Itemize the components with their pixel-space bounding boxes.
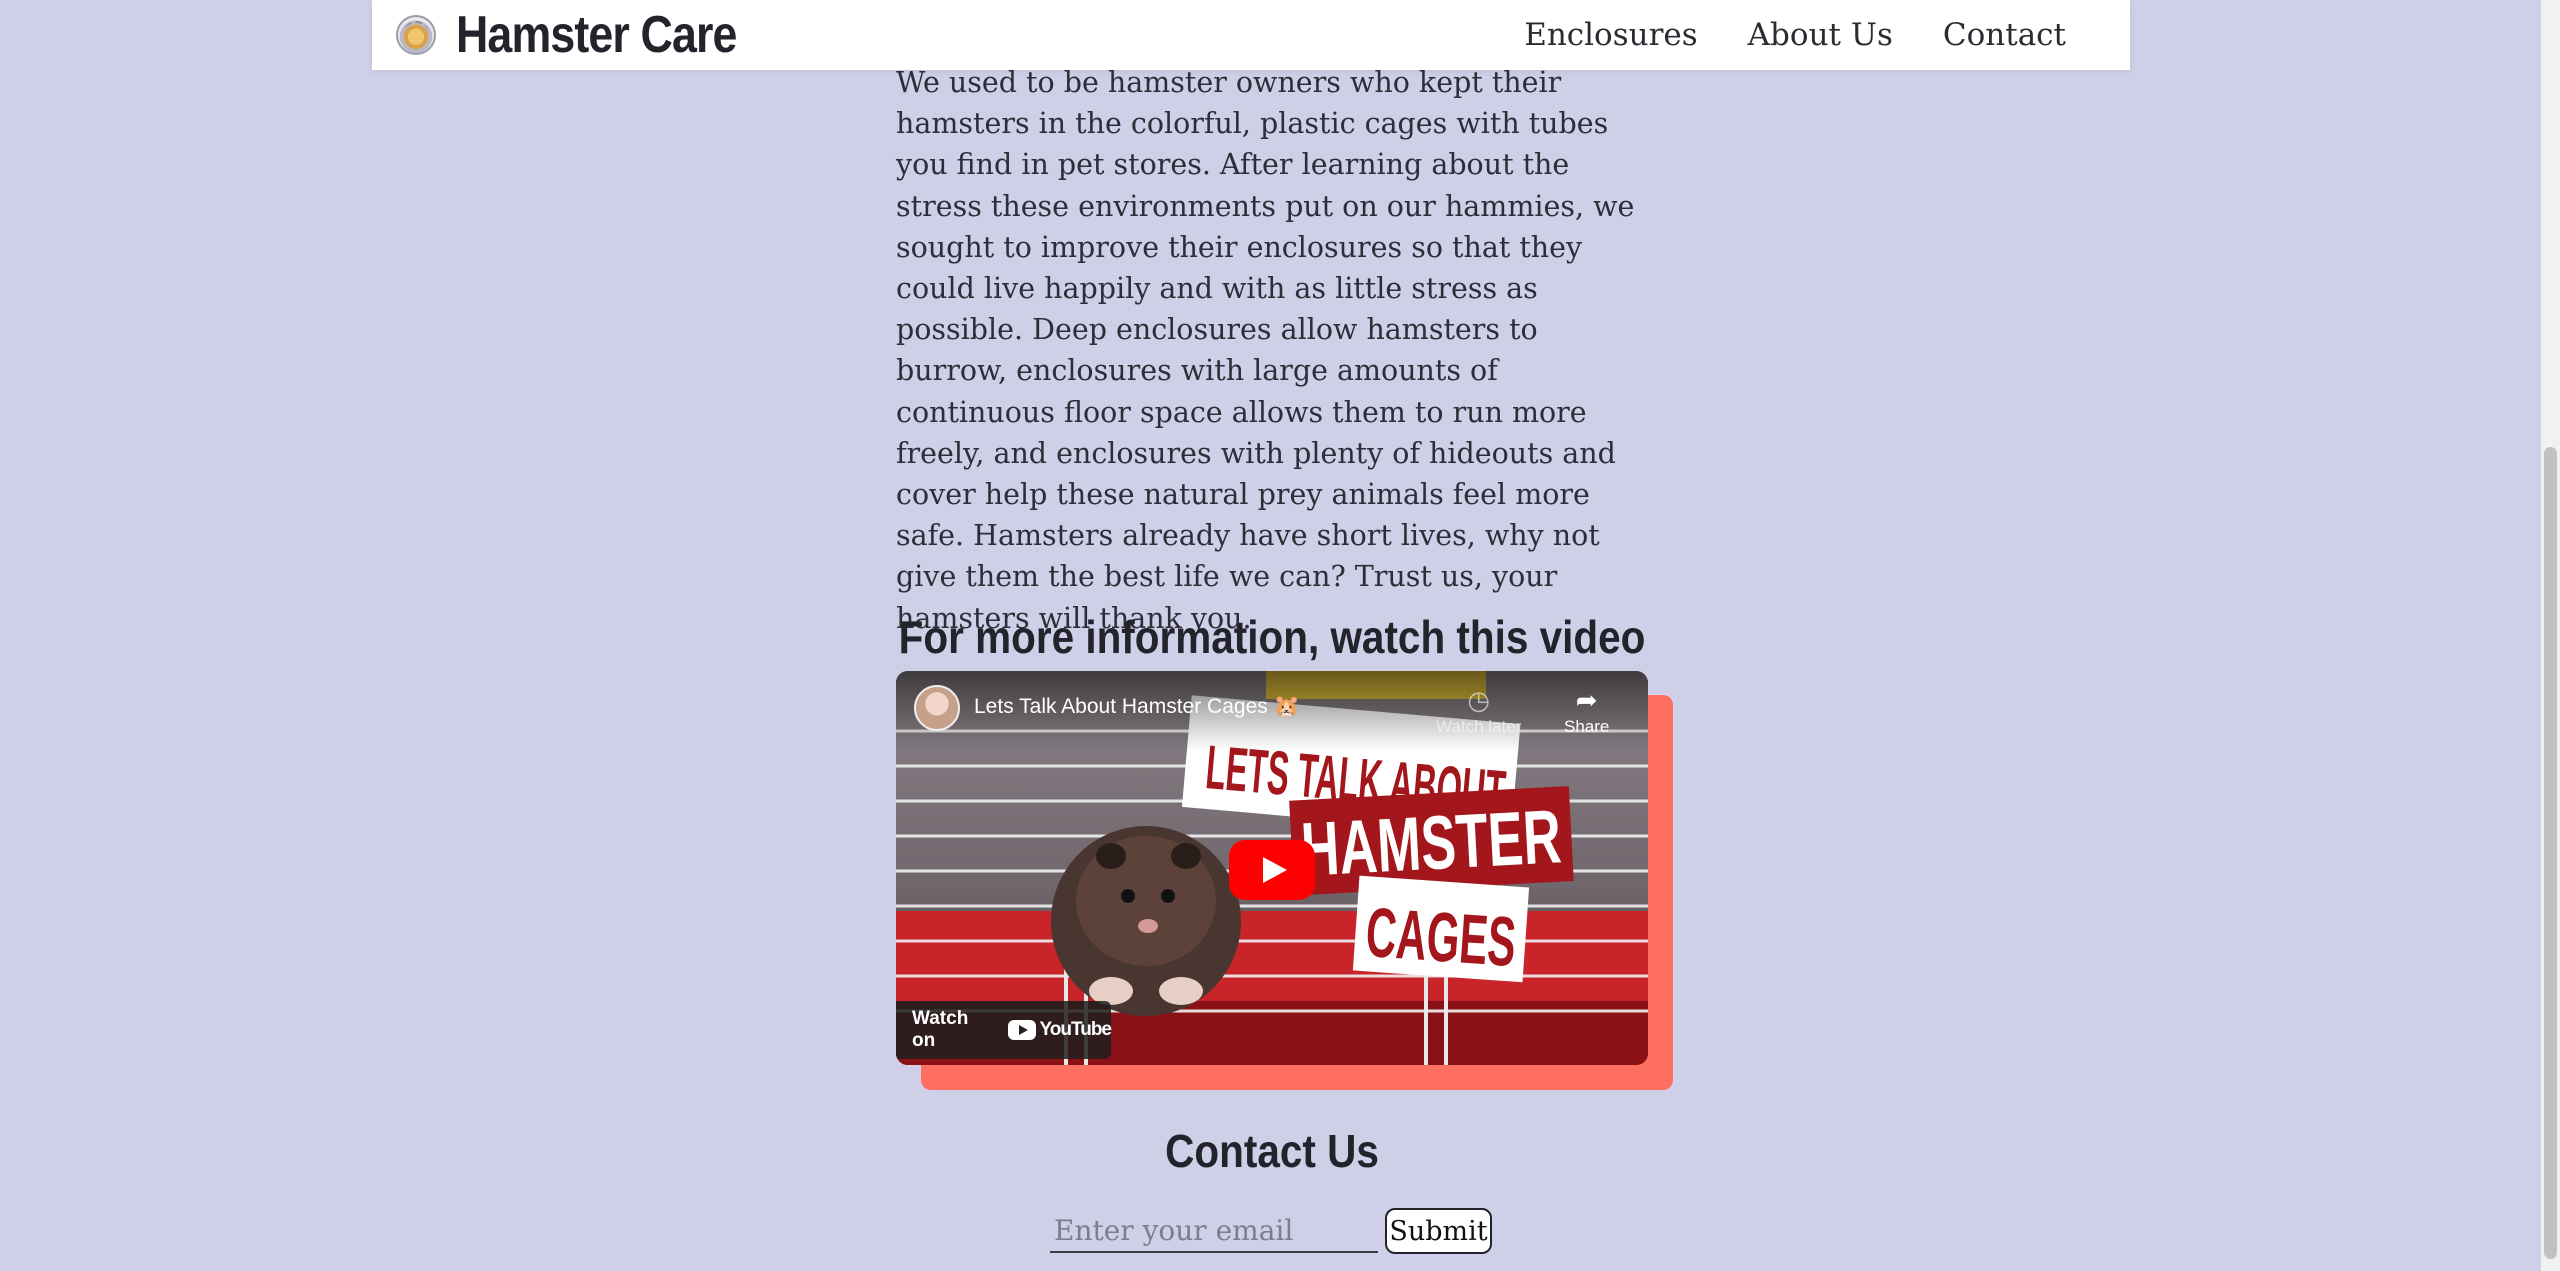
nav-link-contact[interactable]: Contact (1943, 17, 2066, 53)
submit-button[interactable]: Submit (1385, 1208, 1492, 1254)
nav-link-enclosures[interactable]: Enclosures (1524, 17, 1697, 53)
youtube-play-icon (1007, 1020, 1036, 1040)
thumbnail-line-2: HAMSTER (1299, 794, 1563, 892)
watch-later-button[interactable]: ◷ Watch later (1436, 685, 1521, 737)
watch-on-label: Watch on (912, 1008, 969, 1051)
contact-heading: Contact Us (1165, 1125, 1379, 1177)
page-scrollbar[interactable] (2541, 0, 2560, 1271)
clock-icon: ◷ (1467, 685, 1491, 715)
youtube-wordmark: YouTube (1039, 1019, 1112, 1040)
youtube-embed[interactable]: LETS TALK ABOUT HAMSTER CAGES Lets Talk … (896, 671, 1648, 1065)
video-heading: For more information, watch this video (898, 611, 1646, 663)
share-arrow-icon: ➦ (1575, 685, 1598, 715)
channel-avatar[interactable] (914, 685, 960, 731)
about-paragraph: We used to be hamster owners who kept th… (896, 66, 1635, 635)
watch-later-label: Watch later (1436, 717, 1522, 736)
video-title[interactable]: Lets Talk About Hamster Cages 🐹 (974, 695, 1300, 719)
watch-on-youtube-button[interactable]: Watch on YouTube (896, 1001, 1112, 1059)
scrollbar-thumb[interactable] (2544, 447, 2557, 1259)
top-navbar: Hamster Care Enclosures About Us Contact (372, 0, 2130, 70)
share-label: Share (1564, 717, 1610, 736)
about-section: We used to be hamster owners who kept th… (896, 62, 1648, 639)
brand[interactable]: Hamster Care (396, 0, 782, 70)
play-button[interactable] (1229, 840, 1315, 900)
youtube-logo: YouTube (1007, 1019, 1112, 1041)
nav-links: Enclosures About Us Contact (1524, 0, 2066, 70)
email-input[interactable] (1050, 1209, 1378, 1253)
share-button[interactable]: ➦ Share (1564, 685, 1609, 737)
hamster-wheel-logo-icon (396, 15, 436, 55)
site-title: Hamster Care (456, 6, 737, 64)
thumbnail-line-3: CAGES (1363, 893, 1518, 981)
nav-link-about-us[interactable]: About Us (1748, 17, 1893, 53)
